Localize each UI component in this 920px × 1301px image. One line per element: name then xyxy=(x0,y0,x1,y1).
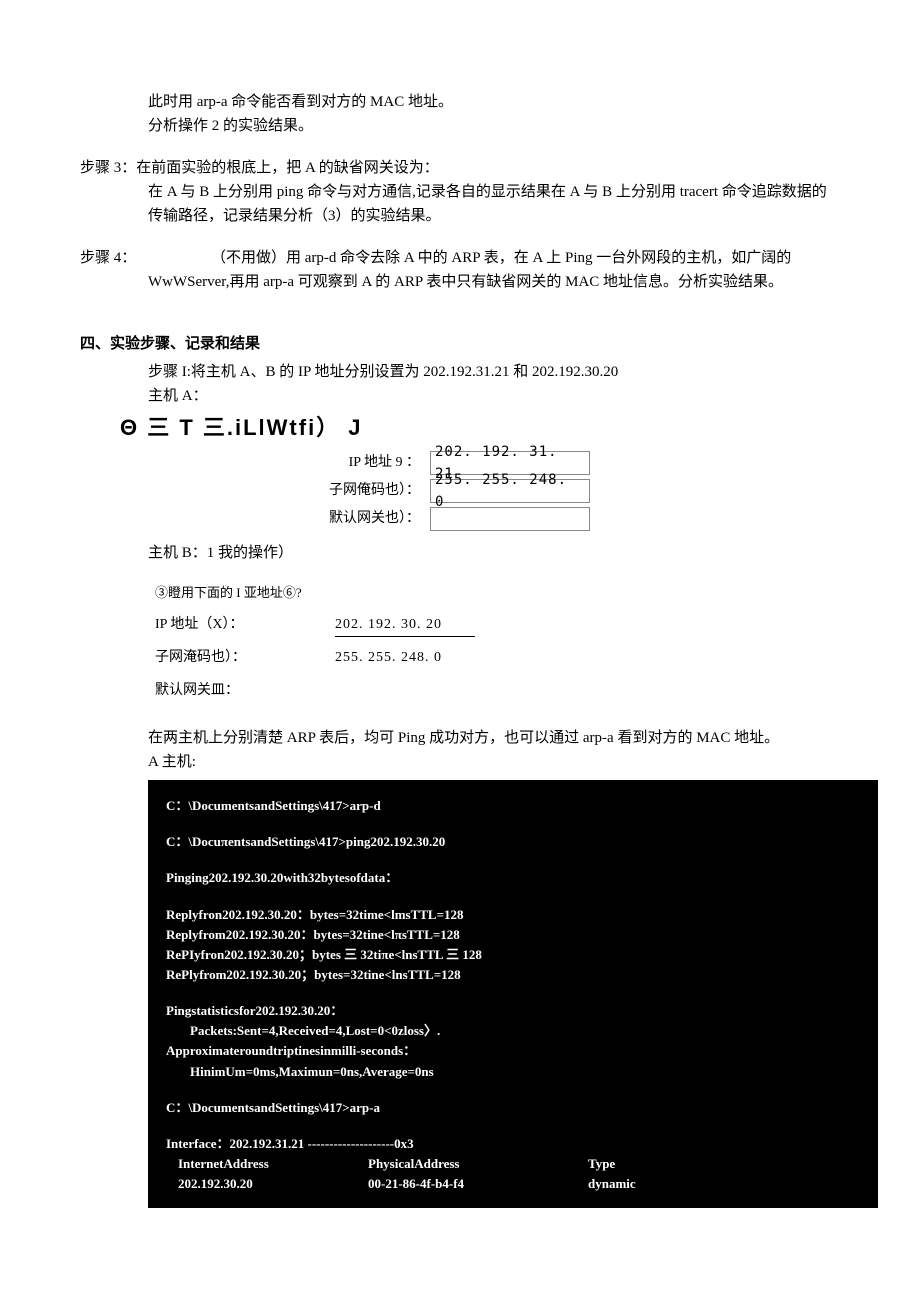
gateway-field-a[interactable] xyxy=(430,507,590,531)
terminal-output: C：\DocumentsandSettings\417>arp-d C：\Doc… xyxy=(148,780,878,1208)
term-header-col2: PhysicalAddress xyxy=(368,1154,588,1174)
term-header-col1: InternetAddress xyxy=(178,1154,368,1174)
mask-field-b[interactable]: 255. 255. 248. 0 xyxy=(335,647,475,669)
step-3-body: 在 A 与 B 上分别用 ping 命令与对方通信,记录各自的显示结果在 A 与… xyxy=(148,180,840,228)
host-a-label: 主机 A： xyxy=(148,384,840,408)
term-line: RePlyfrom202.192.30.20；bytes=32tine<lnsT… xyxy=(166,965,860,985)
term-line: Replyfron202.192.30.20：bytes=32time<lmsT… xyxy=(166,905,860,925)
term-line: Approximateroundtriptinesinmilli-seconds… xyxy=(166,1041,860,1061)
gateway-label-a: 默认网关也）： xyxy=(300,508,430,530)
document-page: 此时用 arp-a 命令能否看到对方的 MAC 地址。 分析操作 2 的实验结果… xyxy=(0,0,920,1301)
term-line: Pingstatisticsfor202.192.30.20： xyxy=(166,1001,860,1021)
arp-paragraph: 在两主机上分别清楚 ARP 表后，均可 Ping 成功对方，也可以通过 arp-… xyxy=(148,726,840,750)
step-4-body: （不用做）用 arp-d 命令去除 A 中的 ARP 表，在 A 上 Ping … xyxy=(148,246,840,294)
term-line: C：\DocumentsandSettings\417>arp-a xyxy=(166,1098,860,1118)
intro-line-2: 分析操作 2 的实验结果。 xyxy=(148,114,840,138)
term-row-col3: dynamic xyxy=(588,1174,708,1194)
intro-line-1: 此时用 arp-a 命令能否看到对方的 MAC 地址。 xyxy=(148,90,840,114)
ip-label-a: IP 地址 9 ： xyxy=(300,452,430,474)
form-host-b: ③瞪用下面的 I 亚地址⑥? IP 地址（X）： 202. 192. 30. 2… xyxy=(155,583,840,702)
gateway-label-b: 默认网关皿： xyxy=(155,680,335,702)
mask-label-b: 子网淹码也）： xyxy=(155,647,335,669)
section-4-head: 四、实验步骤、记录和结果 xyxy=(80,332,840,356)
term-line: C：\DocuπentsandSettings\417>ping202.192.… xyxy=(166,832,860,852)
host-b-label: 主机 B：1 我的操作） xyxy=(148,541,840,565)
option-label-b: ③瞪用下面的 I 亚地址⑥? xyxy=(155,583,312,604)
form-host-a: IP 地址 9 ： 202. 192. 31. 21 子网俺码也）： 255. … xyxy=(300,451,840,531)
intro-block: 此时用 arp-a 命令能否看到对方的 MAC 地址。 分析操作 2 的实验结果… xyxy=(148,90,840,138)
ip-label-b: IP 地址（X）： xyxy=(155,614,335,636)
step-3: 步骤 3：在前面实验的根底上，把 A 的缺省网关设为： 在 A 与 B 上分别用… xyxy=(80,156,840,228)
term-line: Packets:Sent=4,Received=4,Lost=0<0zloss〉… xyxy=(166,1021,860,1041)
term-line: C：\DocumentsandSettings\417>arp-d xyxy=(166,796,860,816)
term-line: Pinging202.192.30.20with32bytesofdata： xyxy=(166,868,860,888)
mask-field-a[interactable]: 255. 255. 248. 0 xyxy=(430,479,590,503)
mask-label-a: 子网俺码也）： xyxy=(300,480,430,502)
ip-field-b[interactable]: 202. 192. 30. 20 xyxy=(335,614,475,637)
step-3-label: 步骤 3： xyxy=(80,156,136,180)
step-4-label: 步骤 4： xyxy=(80,246,136,270)
term-line: Interface：202.192.31.21 ----------------… xyxy=(166,1134,860,1154)
step-3-line-1: 在前面实验的根底上，把 A 的缺省网关设为： xyxy=(136,160,439,176)
term-line: Replyfrom202.192.30.20：bytes=32tine<lπsT… xyxy=(166,925,860,945)
a-host-label: A 主机: xyxy=(148,750,840,774)
term-line: HinimUm=0ms,Maximun=0ns,Average=0ns xyxy=(166,1062,860,1082)
term-header-col3: Type xyxy=(588,1154,708,1174)
term-row-col1: 202.192.30.20 xyxy=(178,1174,368,1194)
term-row-col2: 00-21-86-4f-b4-f4 xyxy=(368,1174,588,1194)
step-4: 步骤 4： （不用做）用 arp-d 命令去除 A 中的 ARP 表，在 A 上… xyxy=(80,246,840,294)
term-line: RePIyfron202.192.30.20；bytes 三 32tiπe<ln… xyxy=(166,945,860,965)
step-i: 步骤 I:将主机 A、B 的 IP 地址分别设置为 202.192.31.21 … xyxy=(148,360,840,384)
